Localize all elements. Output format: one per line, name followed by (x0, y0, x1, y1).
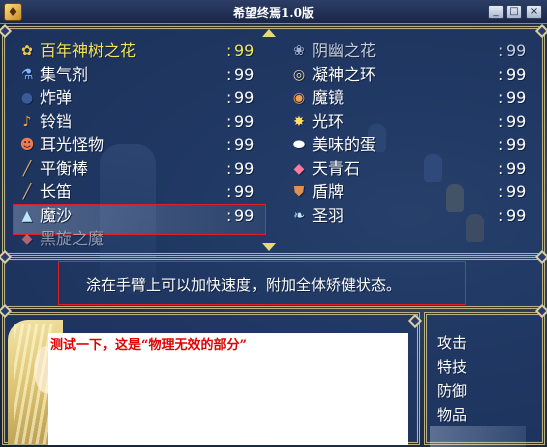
item-name: 光环 (312, 111, 345, 131)
command-selection-cursor (430, 426, 526, 447)
item-name: 阴幽之花 (312, 41, 377, 60)
bell-icon: ♪ (22, 113, 32, 130)
item-count: 99 (234, 88, 255, 107)
scroll-up-icon[interactable] (262, 29, 276, 37)
item-name: 长笛 (40, 182, 73, 201)
item-name: 百年神树之花 (40, 41, 137, 60)
item-count: 99 (234, 64, 255, 84)
item-name: 铃铛 (40, 111, 73, 131)
item-count: 99 (506, 41, 527, 60)
item-row[interactable]: ☻ 耳光怪物:99 (18, 134, 268, 156)
item-count-separator: : (226, 41, 232, 60)
item-count-separator: : (226, 64, 232, 84)
item-name: 凝神之环 (312, 64, 377, 84)
bomb-icon: ● (20, 90, 34, 106)
item-count-separator: : (498, 111, 504, 131)
shield-icon: ⛊ (293, 184, 305, 200)
item-row[interactable]: ╱ 平衡棒:99 (18, 158, 268, 180)
item-count: 99 (506, 158, 527, 178)
mirror-icon: ◉ (292, 90, 306, 106)
command-attack[interactable]: 攻击 (437, 332, 467, 353)
item-count-separator: : (498, 205, 504, 225)
item-count: 99 (234, 135, 255, 154)
flower-icon: ✿ (21, 43, 33, 59)
item-name: 耳光怪物 (40, 135, 105, 154)
item-name: 天青石 (312, 158, 361, 178)
item-row[interactable]: ● 炸弹:99 (18, 87, 268, 109)
item-count-separator: : (226, 88, 232, 107)
halo-icon: ✸ (293, 113, 305, 130)
item-count-separator: : (226, 158, 232, 178)
flute-icon: ╱ (22, 184, 32, 200)
command-defend[interactable]: 防御 (437, 380, 467, 401)
item-row[interactable]: ◆ 黑旋之魔 (18, 228, 268, 250)
item-icon: ◆ (21, 231, 33, 247)
item-row[interactable]: ⛊ 盾牌:99 (290, 181, 540, 203)
message-text: 测试一下，这是“物理无效的部分” (50, 338, 247, 353)
window-title: 希望终焉1.0版 (233, 6, 314, 20)
item-count: 99 (506, 182, 527, 201)
item-count: 99 (234, 205, 255, 225)
item-count: 99 (506, 135, 527, 154)
item-row[interactable]: ◉ 魔镜:99 (290, 87, 540, 109)
close-button[interactable]: × (526, 5, 542, 19)
item-count: 99 (234, 41, 255, 60)
rod-icon: ╱ (22, 160, 32, 177)
item-count-separator: : (498, 88, 504, 107)
gem-icon: ◆ (293, 160, 305, 177)
item-row[interactable]: ⬬ 美味的蛋:99 (290, 134, 540, 156)
item-name: 圣羽 (312, 205, 345, 225)
potion-icon: ⚗ (20, 66, 34, 83)
item-description: 涂在手臂上可以加快速度，附加全体矫健状态。 (86, 276, 402, 294)
item-count-separator: : (226, 205, 232, 225)
item-name: 魔沙 (40, 205, 73, 225)
item-row[interactable]: ❀ 阴幽之花:99 (290, 40, 540, 62)
item-row[interactable]: ⚗ 集气剂:99 (18, 64, 268, 86)
item-count: 99 (506, 205, 527, 225)
item-row[interactable]: ✿ 百年神树之花:99 (18, 40, 268, 62)
item-row[interactable]: ╱ 长笛:99 (18, 181, 268, 203)
item-count-separator: : (226, 111, 232, 131)
item-row[interactable]: ♪ 铃铛:99 (18, 111, 268, 133)
ring-icon: ◎ (292, 66, 306, 83)
item-count-separator: : (226, 182, 232, 201)
item-count-separator: : (498, 135, 504, 154)
item-row[interactable]: ◆ 天青石:99 (290, 158, 540, 180)
item-row[interactable]: ◎ 凝神之环:99 (290, 64, 540, 86)
item-count: 99 (234, 158, 255, 178)
item-name: 平衡棒 (40, 158, 89, 178)
item-count: 99 (506, 111, 527, 131)
item-count-separator: : (498, 64, 504, 84)
command-skill[interactable]: 特技 (437, 356, 467, 377)
item-count: 99 (234, 182, 255, 201)
item-name: 魔镜 (312, 88, 345, 107)
minimize-button[interactable]: _ (488, 5, 504, 19)
dark-flower-icon: ❀ (293, 43, 305, 59)
item-row[interactable]: ❧ 圣羽:99 (290, 205, 540, 227)
item-count-separator: : (498, 182, 504, 201)
item-count-separator: : (498, 158, 504, 178)
item-name: 炸弹 (40, 88, 73, 107)
game-viewport: ✿ 百年神树之花:99 ⚗ 集气剂:99 ● 炸弹:99 ♪ 铃铛:99 ☻ 耳光怪物:99 ╱ 平衡… (0, 24, 547, 447)
item-count-separator: : (498, 41, 504, 60)
item-row[interactable]: ▲ 魔沙:99 (18, 205, 268, 227)
item-name: 集气剂 (40, 64, 89, 84)
item-name: 美味的蛋 (312, 135, 377, 154)
sand-icon: ▲ (21, 207, 33, 224)
command-item[interactable]: 物品 (437, 404, 467, 425)
item-name: 盾牌 (312, 182, 345, 201)
item-row[interactable]: ✸ 光环:99 (290, 111, 540, 133)
item-count-separator: : (226, 135, 232, 154)
egg-icon: ⬬ (293, 137, 305, 153)
item-count: 99 (506, 88, 527, 107)
title-bar: ♦ 希望终焉1.0版 _ □ × (0, 0, 547, 24)
item-count: 99 (506, 64, 527, 84)
monster-icon: ☻ (19, 137, 35, 153)
maximize-button[interactable]: □ (506, 5, 522, 19)
item-count: 99 (234, 111, 255, 131)
feather-icon: ❧ (293, 207, 305, 224)
item-name: 黑旋之魔 (40, 229, 105, 248)
